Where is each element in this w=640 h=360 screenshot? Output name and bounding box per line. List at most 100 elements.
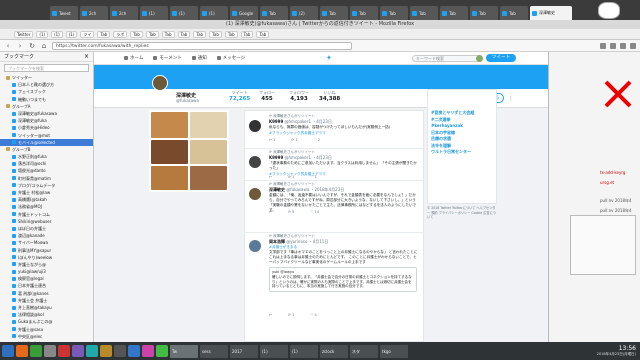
bookmark-item[interactable]: 井上直樹@takayu: [0, 304, 93, 311]
bookmark-item[interactable]: ツイッター@mot: [0, 132, 93, 139]
bookmark-toolbar-item[interactable]: Tab: [224, 30, 238, 38]
bookmark-toolbar-item[interactable]: Tab: [145, 30, 159, 38]
photo-thumbnail[interactable]: [151, 166, 188, 190]
browser-tab[interactable]: 2ch: [110, 6, 138, 20]
bookmark-toolbar-item[interactable]: (1): [65, 30, 78, 38]
reply-icon[interactable]: ↩ 1: [269, 138, 275, 142]
taskbar-task[interactable]: sess: [200, 344, 228, 358]
tweet[interactable]: ⟳ 深澤敏史さんがリツイート K9999 @hmcpaker1 ・4月23日 私なら…: [245, 113, 423, 149]
sidebar-title[interactable]: ブックマーク: [4, 53, 34, 60]
twitter-bird-icon[interactable]: ✦: [326, 55, 334, 62]
bookmark-item[interactable]: 中央区@elec: [0, 333, 93, 340]
taskbar-app-icon[interactable]: [72, 345, 84, 357]
bookmark-toolbar-item[interactable]: Twitter: [14, 30, 34, 38]
tweet-author-name[interactable]: K9999: [269, 119, 283, 124]
clock[interactable]: 13:56 2018年4月23日(月曜日): [597, 345, 640, 357]
avatar[interactable]: [476, 55, 483, 62]
browser-tab[interactable]: 深澤敏史: [530, 6, 572, 20]
taskbar-app-icon[interactable]: [2, 345, 14, 357]
profile-avatar[interactable]: [152, 75, 168, 91]
taskbar-app-icon[interactable]: [128, 345, 140, 357]
bookmark-item[interactable]: ブログ/コラムデータ: [0, 182, 93, 189]
quoted-tweet[interactable]: yuki @lawyu 確しいのでに説明します。「弁護士会で自分の日常の弁護士とコ…: [269, 267, 417, 293]
browser-tab[interactable]: Tab: [320, 6, 348, 20]
taskbar-app-icon[interactable]: [100, 345, 112, 357]
retweet-icon[interactable]: ⟳ 1: [288, 313, 294, 317]
library-icon[interactable]: [610, 42, 616, 49]
hashtag-link[interactable]: #ブラックジャック的弁護士デラマ: [269, 131, 419, 136]
avatar[interactable]: [249, 120, 261, 132]
bookmark-item[interactable]: 弁護士ながら@: [0, 261, 93, 268]
browser-tab[interactable]: 2ch: [80, 6, 108, 20]
bookmark-toolbar-item[interactable]: ツイ: [80, 30, 95, 38]
taskbar-task[interactable]: ネタ: [350, 344, 378, 358]
reply-icon[interactable]: ↩: [269, 313, 272, 317]
bookmark-toolbar-item[interactable]: Tab: [97, 30, 111, 38]
twitter-nav-item[interactable]: メッセージ: [216, 55, 245, 61]
bookmark-item[interactable]: 日本弁護士連合: [0, 282, 93, 289]
bookmark-toolbar-item[interactable]: ラボ: [113, 30, 128, 38]
profile-stat[interactable]: フォロー 455: [259, 90, 275, 102]
reload-icon[interactable]: ↻: [28, 42, 36, 50]
browser-tab[interactable]: (1): [170, 6, 198, 20]
bookmark-item[interactable]: サイバーMoowa: [0, 239, 93, 246]
taskbar-app-icon[interactable]: [58, 345, 70, 357]
taskbar-app-icon[interactable]: [142, 345, 154, 357]
photo-thumbnail[interactable]: [151, 140, 188, 164]
tweet[interactable]: ⟳ 深澤敏史さんがリツイート 深澤敏史 @fukasawa ・2018年4月23日…: [245, 181, 423, 233]
sidebar-icon[interactable]: [620, 42, 626, 49]
bookmark-toolbar-item[interactable]: Tab: [240, 30, 254, 38]
bookmark-item[interactable]: 渡辺@kanade: [0, 232, 93, 239]
bookmark-folder[interactable]: グループA: [0, 103, 93, 110]
twitter-nav-item[interactable]: ホーム: [124, 55, 143, 61]
browser-tab[interactable]: Tab: [500, 6, 528, 20]
bookmark-item[interactable]: 落合洋司@ochi: [0, 160, 93, 167]
more-options-icon[interactable]: ⋮: [508, 95, 514, 102]
avatar[interactable]: [249, 240, 261, 252]
taskbar-app-icon[interactable]: [44, 345, 56, 357]
bookmark-item[interactable]: 弁護士@sasu: [0, 326, 93, 333]
bookmark-item[interactable]: フェイスブック: [0, 88, 93, 95]
bookmark-item[interactable]: 弁護士ドットコム: [0, 211, 93, 218]
bookmark-item[interactable]: 深澤敏史@fuka: [0, 117, 93, 124]
browser-tab[interactable]: Tab: [260, 6, 288, 20]
bookmark-search-input[interactable]: ブックマークを検索: [4, 64, 89, 72]
browser-tab[interactable]: Tab: [410, 6, 438, 20]
twitter-search-input[interactable]: キーワード検索: [412, 55, 482, 62]
bookmark-toolbar-item[interactable]: (1): [51, 30, 63, 38]
reply-icon[interactable]: ↩: [269, 210, 272, 214]
bookmark-item[interactable]: 町村泰貴@matim: [0, 175, 93, 182]
browser-tab[interactable]: Tab: [350, 6, 378, 20]
bookmark-item[interactable]: Shikiri@webuser: [0, 218, 93, 225]
taskbar-app-icon[interactable]: [114, 345, 126, 357]
bookmark-item[interactable]: ほぼ日の弁護士: [0, 225, 93, 232]
bookmark-toolbar-item[interactable]: Tab: [256, 30, 270, 38]
bookmark-folder[interactable]: グループB: [0, 146, 93, 153]
browser-tab[interactable]: Tweet: [50, 6, 78, 20]
tweet-button[interactable]: ツイート: [486, 54, 516, 62]
like-icon[interactable]: ♡ 1: [310, 175, 316, 179]
profile-stat[interactable]: いいね 34,388: [319, 90, 340, 102]
bookmark-item[interactable]: 弁護士 村松@law: [0, 189, 93, 196]
profile-stat[interactable]: ツイート 72,265: [229, 90, 250, 102]
download-icon[interactable]: [600, 42, 606, 49]
like-icon[interactable]: ♡ 2: [314, 138, 320, 142]
taskbar-task[interactable]: (1): [260, 344, 288, 358]
tweet[interactable]: ⟳ 深澤敏史さんがリツイート 岡本浩輝 @yurinoso ・4月11日 #弁護士が…: [245, 233, 423, 341]
bookmark-item[interactable]: 弁護士会 弁護士: [0, 297, 93, 304]
taskbar-app-icon[interactable]: [16, 345, 28, 357]
taskbar-task[interactable]: zclock: [320, 344, 348, 358]
bookmark-item[interactable]: yuki@law/uji3: [0, 268, 93, 275]
bookmark-item[interactable]: 機動いつまでも: [0, 96, 93, 103]
browser-tab[interactable]: (1): [140, 6, 168, 20]
taskbar-task[interactable]: tkgo: [380, 344, 408, 358]
tweet-author-name[interactable]: K9999: [269, 155, 283, 160]
bookmark-item[interactable]: モバイル@selected: [0, 138, 93, 146]
like-icon[interactable]: ♡ 4: [310, 313, 316, 317]
browser-tab[interactable]: Tab: [470, 6, 498, 20]
bookmark-item[interactable]: 高橋庸(@takah: [0, 196, 93, 203]
retweet-icon[interactable]: ⟳ 5: [288, 210, 294, 214]
taskbar-task[interactable]: 2017: [230, 344, 258, 358]
bookmark-item[interactable]: 水野正則@fuka: [0, 153, 93, 160]
taskbar-task[interactable]: (1): [290, 344, 318, 358]
